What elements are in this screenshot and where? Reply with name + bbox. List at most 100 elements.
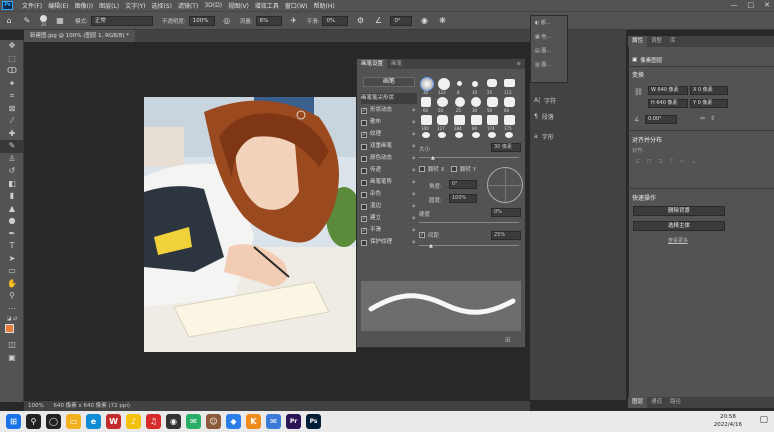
brush-angle-field[interactable]: 0° bbox=[390, 15, 413, 26]
hardness-field[interactable]: 0% bbox=[491, 208, 521, 217]
path-selection-tool-icon[interactable]: ➤ bbox=[0, 253, 24, 266]
crop-tool-icon[interactable]: ⌗ bbox=[0, 90, 24, 103]
smoothing-settings-icon[interactable]: ⚙ bbox=[355, 16, 365, 26]
menu-plugins[interactable]: 增效工具 bbox=[255, 1, 279, 10]
paragraph-panel-item[interactable]: ¶ 段落 bbox=[534, 112, 554, 121]
menu-layer[interactable]: 图层(L) bbox=[99, 1, 119, 10]
hand-tool-icon[interactable]: ✋ bbox=[0, 278, 24, 291]
lock-icon[interactable]: 🔒︎ bbox=[412, 105, 415, 116]
smoothing-field[interactable]: 0% bbox=[322, 15, 349, 26]
flip-x-option[interactable]: 翻转 X bbox=[419, 165, 445, 173]
brush-tool-icon[interactable]: ✎ bbox=[22, 16, 32, 26]
rotation-field[interactable]: 0.00° bbox=[645, 115, 677, 124]
lock-icon[interactable]: 🔒︎ bbox=[412, 201, 415, 212]
start-icon[interactable]: ⊞ bbox=[6, 414, 21, 429]
magic-wand-tool-icon[interactable]: ✦ bbox=[0, 78, 24, 91]
eraser-tool-icon[interactable]: ◧ bbox=[0, 178, 24, 191]
brush-tip-textured[interactable] bbox=[487, 79, 497, 87]
brush-tip-leaf[interactable] bbox=[422, 132, 430, 138]
marquee-tool-icon[interactable]: ⬚ bbox=[0, 53, 24, 66]
menu-filter[interactable]: 滤镜(T) bbox=[178, 1, 198, 10]
see-more-link[interactable]: 查看更多 bbox=[668, 237, 688, 244]
angle-field[interactable]: 0° bbox=[449, 180, 477, 189]
color-dynamics-item[interactable]: 颜色动态 🔒︎ bbox=[361, 153, 417, 164]
pen-tool-icon[interactable]: ✒ bbox=[0, 228, 24, 241]
brush-tip-hard-round[interactable] bbox=[438, 78, 450, 90]
foreground-color-swatch[interactable] bbox=[5, 324, 14, 333]
opacity-field[interactable]: 100% bbox=[188, 15, 215, 26]
brushes-button[interactable]: 画笔 bbox=[363, 77, 415, 87]
mini-panel-color[interactable]: ◐ 颜... bbox=[531, 16, 567, 30]
photo-icon[interactable]: ☺ bbox=[206, 414, 221, 429]
search-icon[interactable]: ⚲ bbox=[26, 414, 41, 429]
qq-music-icon[interactable]: ♪ bbox=[126, 414, 141, 429]
color-dynamics-checkbox[interactable] bbox=[361, 155, 367, 162]
brush-preset-picker[interactable]: 30 bbox=[40, 14, 47, 27]
zoom-tool-icon[interactable]: ⚲ bbox=[0, 290, 24, 303]
brush-tip-small[interactable] bbox=[457, 81, 462, 86]
lock-icon[interactable]: 🔒︎ bbox=[412, 165, 415, 176]
pressure-size-icon[interactable]: ◉ bbox=[419, 16, 429, 26]
brush-tip-textured[interactable] bbox=[504, 115, 515, 125]
brush-tip-textured[interactable] bbox=[421, 97, 431, 107]
blur-tool-icon[interactable]: ▲ bbox=[0, 203, 24, 216]
flip-y-option[interactable]: 翻转 Y bbox=[451, 165, 476, 173]
flip-horizontal-icon[interactable]: ⇔ bbox=[700, 115, 705, 122]
tab-paths[interactable]: 路径 bbox=[666, 397, 685, 408]
mini-panel-gradients[interactable]: ▥ 图... bbox=[531, 58, 567, 72]
menu-help[interactable]: 帮助(H) bbox=[314, 1, 335, 10]
menu-edit[interactable]: 编辑(E) bbox=[48, 1, 68, 10]
lock-icon[interactable]: 🔒︎ bbox=[412, 237, 415, 248]
home-icon[interactable]: ⌂ bbox=[4, 16, 14, 26]
lock-icon[interactable]: 🔒︎ bbox=[412, 117, 415, 128]
photoshop-icon[interactable]: Ps bbox=[306, 414, 321, 429]
brush-tool-icon[interactable]: ✎ bbox=[0, 140, 24, 153]
select-subject-button[interactable]: 选择主体 bbox=[633, 221, 725, 231]
tab-properties[interactable]: 属性 bbox=[628, 36, 648, 47]
maximize-button[interactable]: □ bbox=[748, 1, 755, 9]
shape-tool-icon[interactable]: ▭ bbox=[0, 265, 24, 278]
more-tools-icon[interactable]: ⋯ bbox=[0, 303, 24, 316]
explorer-icon[interactable]: ▭ bbox=[66, 414, 81, 429]
brush-tip-textured[interactable] bbox=[454, 115, 465, 125]
pressure-opacity-icon[interactable]: ◎ bbox=[222, 16, 232, 26]
lock-icon[interactable]: 🔒︎ bbox=[412, 153, 415, 164]
mode-select[interactable]: 正常 bbox=[90, 15, 153, 26]
clone-stamp-tool-icon[interactable]: ♙ bbox=[0, 153, 24, 166]
brush-tip-textured[interactable] bbox=[487, 115, 498, 125]
gradient-tool-icon[interactable]: ▮ bbox=[0, 190, 24, 203]
menu-select[interactable]: 选择(S) bbox=[151, 1, 172, 10]
history-brush-tool-icon[interactable]: ↺ bbox=[0, 165, 24, 178]
mail-icon[interactable]: ✉ bbox=[266, 414, 281, 429]
panel-menu-icon[interactable]: ≡ bbox=[516, 61, 521, 67]
wps-icon[interactable]: W bbox=[106, 414, 121, 429]
move-tool-icon[interactable]: ✥ bbox=[0, 40, 24, 53]
brush-pose-item[interactable]: 画笔笔势 🔒︎ bbox=[361, 177, 417, 188]
quick-mask-icon[interactable]: ◫ bbox=[0, 339, 24, 352]
brush-pose-checkbox[interactable] bbox=[361, 179, 367, 186]
brush-settings-toggle-icon[interactable]: ▦ bbox=[55, 16, 65, 26]
remove-background-button[interactable]: 删除背景 bbox=[633, 206, 725, 216]
edge-icon[interactable]: e bbox=[86, 414, 101, 429]
texture-item[interactable]: ✓ 纹理 🔒︎ bbox=[361, 129, 417, 140]
kugou-icon[interactable]: K bbox=[246, 414, 261, 429]
system-clock[interactable]: 20:58 2022/4/16 bbox=[714, 413, 742, 429]
brush-tip-round[interactable] bbox=[455, 132, 463, 138]
tab-brush-settings[interactable]: 画笔设置 bbox=[357, 59, 388, 69]
document-tab[interactable]: 新建图.jpg @ 100% (图层 1, RGB/8) * bbox=[24, 30, 135, 42]
brush-tip-round[interactable] bbox=[438, 132, 446, 138]
noise-checkbox[interactable] bbox=[361, 191, 367, 198]
angle-roundness-widget[interactable] bbox=[487, 167, 523, 203]
spacing-checkbox[interactable]: ✓ bbox=[419, 232, 425, 238]
healing-brush-tool-icon[interactable]: ✚ bbox=[0, 128, 24, 141]
zoom-level[interactable]: 100% bbox=[28, 403, 44, 409]
brush-tip-round[interactable] bbox=[471, 97, 481, 107]
protect-texture-checkbox[interactable] bbox=[361, 239, 367, 246]
tab-layers[interactable]: 图层 bbox=[628, 397, 648, 408]
menu-image[interactable]: 图像(I) bbox=[75, 1, 93, 10]
protect-texture-item[interactable]: 保护纹理 🔒︎ bbox=[361, 237, 417, 248]
flip-y-checkbox[interactable] bbox=[451, 166, 457, 172]
feishu-icon[interactable]: ◆ bbox=[226, 414, 241, 429]
menu-3d[interactable]: 3D(D) bbox=[204, 2, 222, 9]
frame-tool-icon[interactable]: ⊠ bbox=[0, 103, 24, 116]
